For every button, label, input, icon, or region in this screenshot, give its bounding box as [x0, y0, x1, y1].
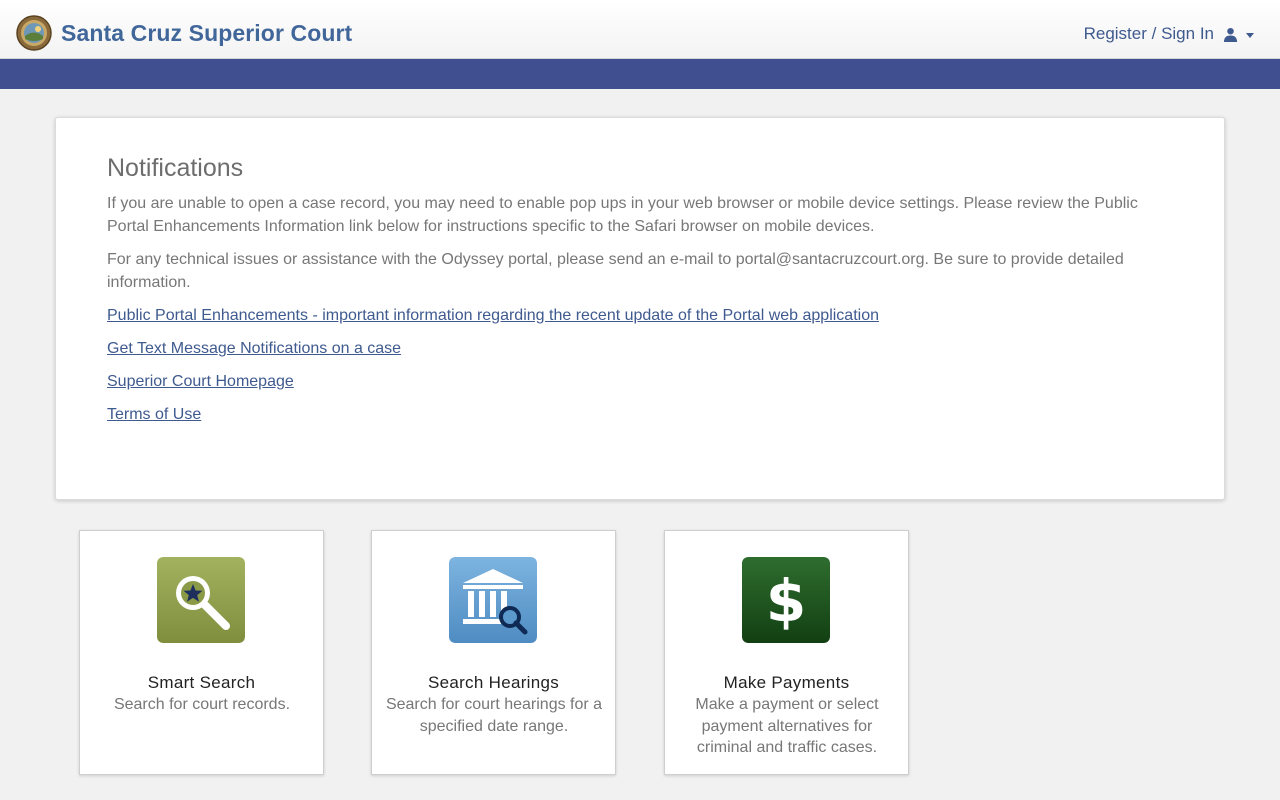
- make-payments-desc: Make a payment or select payment alterna…: [695, 696, 879, 756]
- site-title: Santa Cruz Superior Court: [61, 19, 353, 46]
- link-terms-of-use[interactable]: Terms of Use: [107, 403, 1174, 426]
- link-court-homepage[interactable]: Superior Court Homepage: [107, 370, 1174, 393]
- user-icon: [1223, 27, 1238, 42]
- signin-label: Register / Sign In: [1083, 24, 1214, 43]
- make-payments-title: Make Payments: [723, 673, 850, 692]
- court-seal-icon: [16, 15, 52, 51]
- notice-tech-support: For any technical issues or assistance w…: [107, 251, 1124, 291]
- home-brand-link[interactable]: Santa Cruz Superior Court: [16, 15, 352, 51]
- nav-bar: [0, 59, 1280, 89]
- search-hearings-desc: Search for court hearings for a specifie…: [385, 696, 603, 735]
- search-hearings-tile[interactable]: Search Hearings Search for court hearing…: [371, 530, 616, 775]
- notice-popups: If you are unable to open a case record,…: [107, 195, 1138, 235]
- chevron-down-icon: [1246, 32, 1254, 38]
- make-payments-tile[interactable]: $ Make Payments Make a payment or select…: [664, 530, 909, 775]
- top-header: Santa Cruz Superior Court Register / Sig…: [0, 0, 1280, 59]
- courthouse-search-icon: [449, 557, 537, 643]
- smart-search-tile[interactable]: Smart Search Search for court records.: [79, 530, 324, 775]
- search-hearings-title: Search Hearings: [427, 673, 560, 692]
- link-portal-enhancements[interactable]: Public Portal Enhancements - important i…: [107, 304, 1174, 327]
- dollar-sign-icon: $: [742, 557, 830, 643]
- notifications-heading: Notifications: [107, 154, 244, 182]
- link-text-notifications[interactable]: Get Text Message Notifications on a case: [107, 337, 1174, 360]
- register-signin-menu[interactable]: Register / Sign In: [1084, 24, 1254, 44]
- smart-search-desc: Search for court records.: [113, 696, 291, 713]
- smart-search-title: Smart Search: [147, 673, 256, 692]
- svg-text:$: $: [766, 567, 806, 635]
- notifications-panel: Notifications If you are unable to open …: [55, 117, 1225, 500]
- magnifier-star-icon: [157, 557, 245, 643]
